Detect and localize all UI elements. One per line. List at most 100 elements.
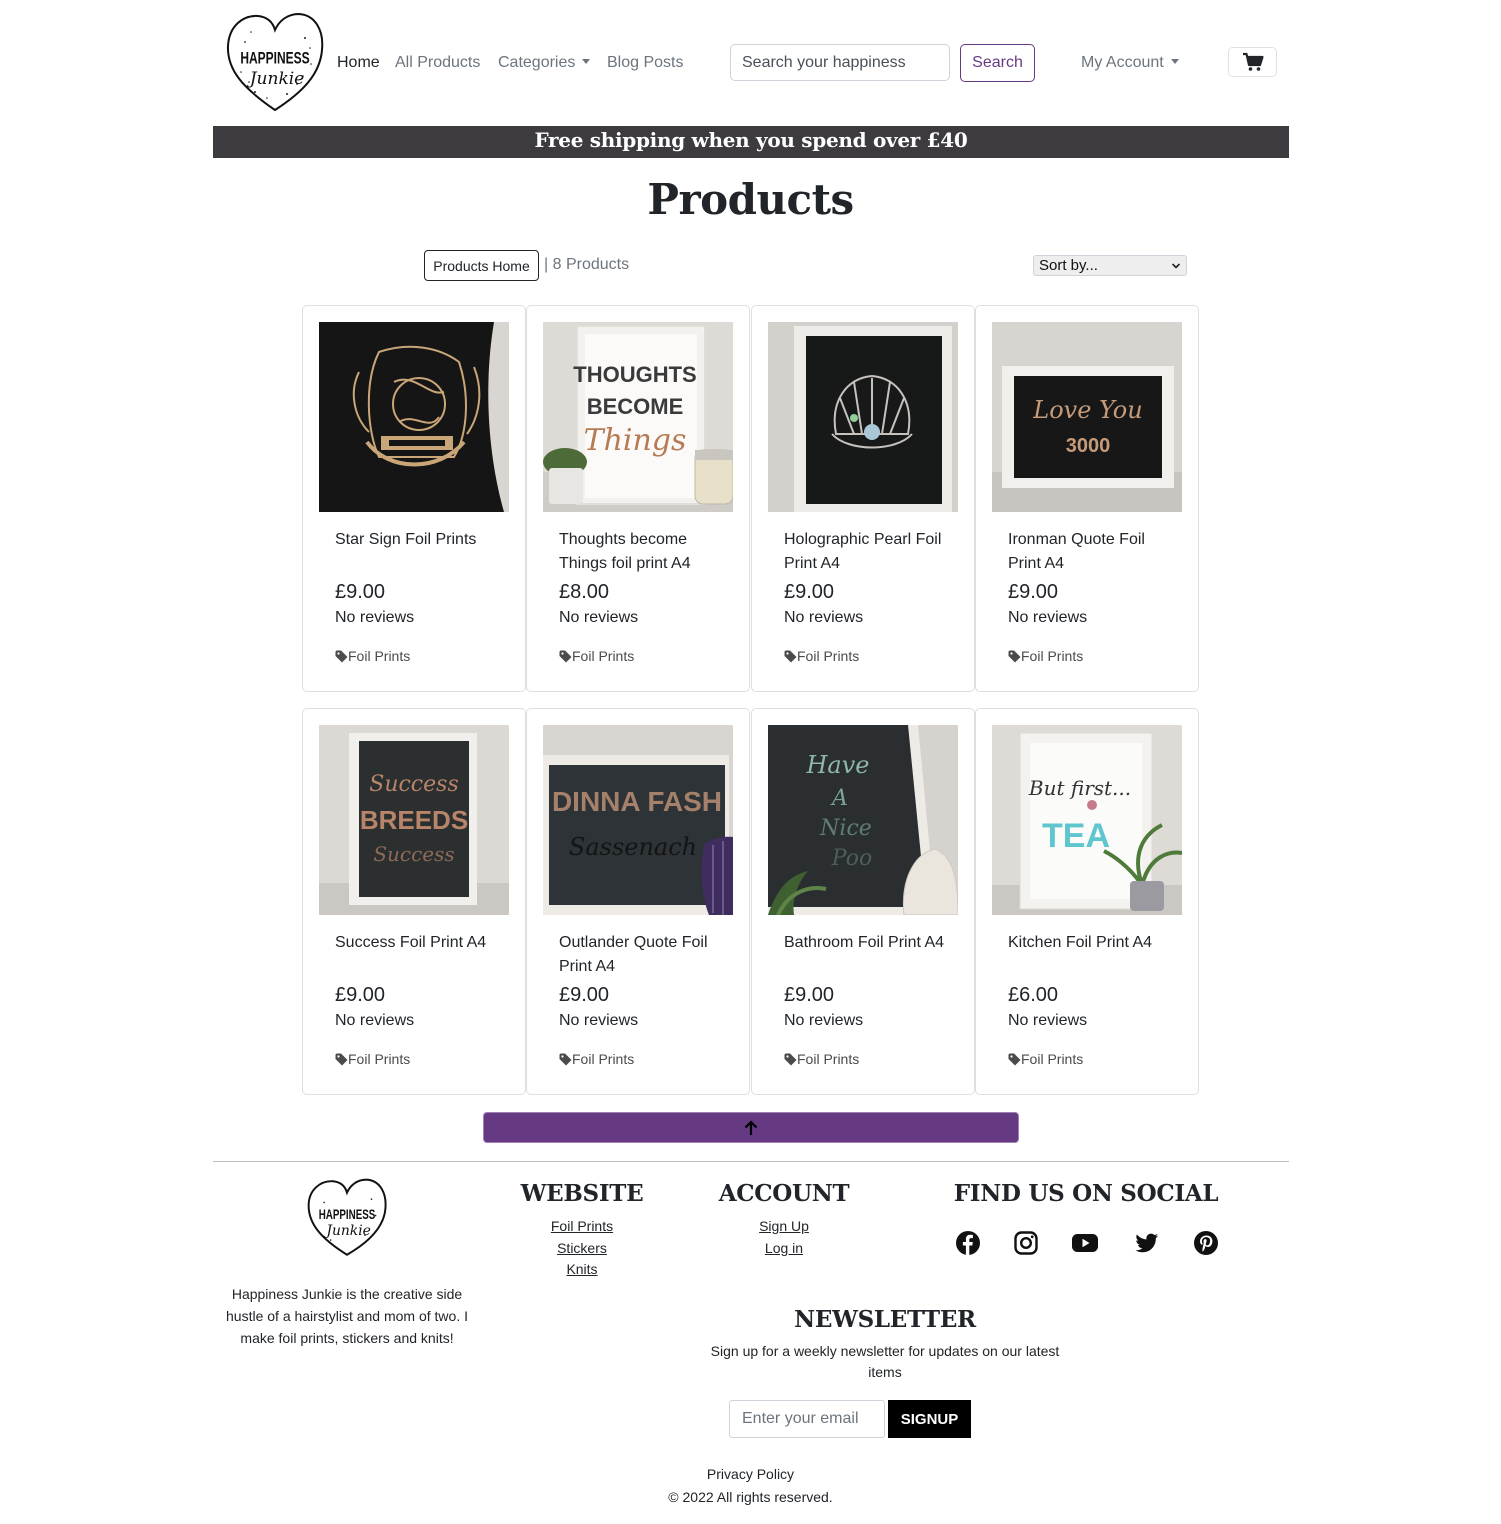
product-reviews: No reviews xyxy=(1008,609,1088,626)
svg-text:DINNA FASH: DINNA FASH xyxy=(552,786,722,817)
svg-text:But first...: But first... xyxy=(1028,776,1131,800)
product-tag[interactable]: Foil Prints xyxy=(1008,647,1083,665)
twitter-icon[interactable] xyxy=(1134,1230,1160,1256)
svg-text:Junkie: Junkie xyxy=(247,69,305,89)
product-card[interactable]: Love You 3000 Ironman Quote Foil Print A… xyxy=(975,305,1199,692)
page-title: Products xyxy=(647,175,854,224)
product-tag[interactable]: Foil Prints xyxy=(559,1050,634,1068)
product-name[interactable]: Ironman Quote Foil Print A4 xyxy=(1008,528,1180,576)
product-card[interactable]: DINNA FASH Sassenach Outlander Quote Foi… xyxy=(526,708,750,1095)
product-reviews: No reviews xyxy=(784,609,864,626)
copyright-text: © 2022 All rights reserved. xyxy=(668,1489,833,1505)
product-card[interactable]: Star Sign Foil Prints £9.00 No reviews F… xyxy=(302,305,526,692)
svg-text:BECOME: BECOME xyxy=(587,394,684,419)
product-reviews: No reviews xyxy=(1008,1012,1088,1029)
product-tag-label: Foil Prints xyxy=(348,1051,411,1067)
product-price: £9.00 xyxy=(559,984,610,1006)
product-name[interactable]: Star Sign Foil Prints xyxy=(335,528,507,552)
chevron-down-icon xyxy=(582,59,591,64)
nav-all-products[interactable]: All Products xyxy=(395,52,480,74)
product-name[interactable]: Kitchen Foil Print A4 xyxy=(1008,931,1180,955)
footer-link-sign-up[interactable]: Sign Up xyxy=(734,1217,834,1235)
svg-text:BREEDS: BREEDS xyxy=(360,805,468,835)
sort-select[interactable]: Sort by... xyxy=(1033,255,1187,276)
footer-link-log-in[interactable]: Log in xyxy=(734,1239,834,1257)
newsletter-email-input[interactable] xyxy=(729,1400,885,1438)
products-home-button[interactable]: Products Home xyxy=(424,250,539,281)
svg-text:Sassenach: Sassenach xyxy=(569,833,697,861)
navbar: HAPPINESS Junkie Home All Products Categ… xyxy=(213,0,1289,126)
product-tag[interactable]: Foil Prints xyxy=(1008,1050,1083,1068)
youtube-icon[interactable] xyxy=(1071,1230,1099,1256)
svg-text:Success: Success xyxy=(369,772,458,797)
svg-text:Nice: Nice xyxy=(819,816,872,841)
product-tag[interactable]: Foil Prints xyxy=(784,647,859,665)
product-price: £9.00 xyxy=(784,984,835,1006)
instagram-icon[interactable] xyxy=(1013,1230,1039,1256)
product-card[interactable]: But first... TEA Kitchen Foil Print A4 £… xyxy=(975,708,1199,1095)
product-image[interactable]: Love You 3000 xyxy=(992,322,1182,512)
product-card[interactable]: THOUGHTS BECOME Things Thoughts become T… xyxy=(526,305,750,692)
footer-divider xyxy=(213,1161,1289,1162)
product-reviews: No reviews xyxy=(559,609,639,626)
free-shipping-banner: Free shipping when you spend over £40 xyxy=(213,126,1289,158)
product-image[interactable]: THOUGHTS BECOME Things xyxy=(543,322,733,512)
product-tag[interactable]: Foil Prints xyxy=(559,647,634,665)
back-to-top-button[interactable] xyxy=(483,1112,1019,1143)
cart-button[interactable] xyxy=(1228,47,1277,77)
footer-link-knits[interactable]: Knits xyxy=(532,1260,632,1278)
product-name[interactable]: Holographic Pearl Foil Print A4 xyxy=(784,528,956,576)
product-name[interactable]: Outlander Quote Foil Print A4 xyxy=(559,931,731,979)
tag-icon xyxy=(784,1053,797,1065)
svg-text:HAPPINESS: HAPPINESS xyxy=(240,50,310,68)
nav-home[interactable]: Home xyxy=(337,52,380,74)
product-tag[interactable]: Foil Prints xyxy=(784,1050,859,1068)
sort-select-value: Sort by... xyxy=(1039,257,1098,274)
product-price: £6.00 xyxy=(1008,984,1059,1006)
search-input[interactable] xyxy=(730,44,950,81)
nav-blog-posts[interactable]: Blog Posts xyxy=(607,52,683,74)
svg-text:3000: 3000 xyxy=(1066,435,1111,457)
tag-icon xyxy=(784,650,797,662)
product-tag-label: Foil Prints xyxy=(797,648,860,664)
product-tag[interactable]: Foil Prints xyxy=(335,647,410,665)
product-image[interactable]: But first... TEA xyxy=(992,725,1182,915)
product-reviews: No reviews xyxy=(335,1012,415,1029)
facebook-icon[interactable] xyxy=(955,1230,981,1256)
product-card[interactable]: Have A Nice Poo Bathroom Foil Print A4 £… xyxy=(751,708,975,1095)
product-name[interactable]: Thoughts become Things foil print A4 xyxy=(559,528,731,576)
product-price: £9.00 xyxy=(335,984,386,1006)
tag-icon xyxy=(1008,1053,1021,1065)
tag-icon xyxy=(1008,650,1021,662)
product-price: £8.00 xyxy=(559,581,610,603)
product-image[interactable]: Success BREEDS Success xyxy=(319,725,509,915)
footer-about-text: Happiness Junkie is the creative side hu… xyxy=(226,1286,468,1346)
product-image[interactable] xyxy=(768,322,958,512)
footer-link-stickers[interactable]: Stickers xyxy=(532,1239,632,1257)
product-image[interactable]: DINNA FASH Sassenach xyxy=(543,725,733,915)
product-tag-label: Foil Prints xyxy=(1021,648,1084,664)
svg-text:Things: Things xyxy=(584,423,687,458)
product-name[interactable]: Success Foil Print A4 xyxy=(335,931,507,955)
pinterest-icon[interactable] xyxy=(1193,1230,1219,1256)
product-image[interactable]: Have A Nice Poo xyxy=(768,725,958,915)
footer-logo[interactable]: HAPPINESS Junkie xyxy=(306,1178,388,1258)
svg-text:TEA: TEA xyxy=(1042,817,1110,855)
footer-social-heading: FIND US ON SOCIAL xyxy=(953,1180,1219,1207)
product-image[interactable] xyxy=(319,322,509,512)
my-account-dropdown[interactable]: My Account xyxy=(1081,52,1179,74)
newsletter-signup-button[interactable]: SIGNUP xyxy=(888,1400,971,1438)
product-card[interactable]: Holographic Pearl Foil Print A4 £9.00 No… xyxy=(751,305,975,692)
footer-newsletter-heading: NEWSLETTER xyxy=(794,1306,976,1333)
newsletter-description: Sign up for a weekly newsletter for upda… xyxy=(710,1343,1060,1380)
product-card[interactable]: Success BREEDS Success Success Foil Prin… xyxy=(302,708,526,1095)
site-logo[interactable]: HAPPINESS Junkie xyxy=(225,12,325,114)
product-tag[interactable]: Foil Prints xyxy=(335,1050,410,1068)
nav-categories-dropdown[interactable]: Categories xyxy=(498,52,591,74)
tag-icon xyxy=(559,650,572,662)
footer-link-foil-prints[interactable]: Foil Prints xyxy=(532,1217,632,1235)
privacy-policy-link[interactable]: Privacy Policy xyxy=(0,1465,1501,1483)
search-button[interactable]: Search xyxy=(960,44,1035,82)
product-name[interactable]: Bathroom Foil Print A4 xyxy=(784,931,956,955)
product-reviews: No reviews xyxy=(335,609,415,626)
